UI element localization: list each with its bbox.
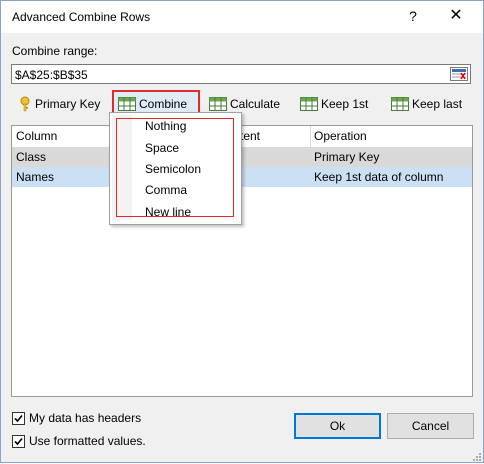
checkmark-icon <box>14 414 23 423</box>
checkmark-icon <box>14 437 23 446</box>
keep-first-button[interactable]: Keep 1st <box>300 93 368 115</box>
keep-last-label: Keep last <box>412 97 463 111</box>
calculate-label: Calculate <box>230 97 281 111</box>
grid-header: Column Operation tent <box>12 126 472 148</box>
headers-checkbox[interactable] <box>12 412 25 425</box>
row-operation-cell: Primary Key <box>314 150 380 164</box>
header-content-visible: tent <box>240 129 261 143</box>
table-row[interactable]: Class Primary Key <box>12 147 472 167</box>
cancel-button[interactable]: Cancel <box>387 413 474 439</box>
combine-label: Combine <box>139 97 188 111</box>
formatted-values-checkbox-label[interactable]: Use formatted values. <box>29 434 146 448</box>
ok-button[interactable]: Ok <box>294 413 381 439</box>
columns-grid[interactable]: Column Operation tent Class Primary Key … <box>11 125 473 397</box>
window-title: Advanced Combine Rows <box>12 10 151 24</box>
row-operation-cell: Keep 1st data of column <box>314 170 444 184</box>
menu-item-nothing[interactable]: Nothing <box>145 116 186 136</box>
primary-key-label: Primary Key <box>35 97 101 111</box>
combine-dropdown-menu: Nothing Space Semicolon Comma New line <box>109 112 242 225</box>
table-icon <box>209 97 227 111</box>
formatted-values-checkbox[interactable] <box>12 435 25 448</box>
dialog-window: Advanced Combine Rows ? ✕ Combine range:… <box>0 0 484 463</box>
combine-range-input[interactable]: $A$25:$B$35 <box>11 64 471 84</box>
table-icon <box>300 97 318 111</box>
row-column-cell: Class <box>16 150 47 164</box>
headers-checkbox-label[interactable]: My data has headers <box>29 411 141 425</box>
table-icon <box>118 97 136 111</box>
menu-item-comma[interactable]: Comma <box>145 180 187 200</box>
menu-item-semicolon[interactable]: Semicolon <box>145 159 201 179</box>
combine-range-label: Combine range: <box>12 44 98 58</box>
range-select-icon[interactable] <box>450 67 468 81</box>
combine-range-value: $A$25:$B$35 <box>15 68 88 82</box>
primary-key-button[interactable]: Primary Key <box>18 93 100 115</box>
key-icon <box>20 96 30 112</box>
help-button[interactable]: ? <box>403 6 423 26</box>
table-icon <box>391 97 409 111</box>
resize-grip-icon[interactable] <box>471 450 481 461</box>
header-operation[interactable]: Operation <box>310 126 472 147</box>
table-row[interactable]: Names Keep 1st data of column <box>12 167 472 187</box>
dialog-body: Combine range: $A$25:$B$35 Primary Key C… <box>1 33 483 462</box>
row-column-cell: Names <box>16 170 55 184</box>
menu-item-space[interactable]: Space <box>145 138 179 158</box>
keep-last-button[interactable]: Keep last <box>391 93 462 115</box>
keep-first-label: Keep 1st <box>321 97 369 111</box>
menu-item-new-line[interactable]: New line <box>145 202 191 222</box>
close-button[interactable]: ✕ <box>444 6 468 26</box>
title-bar: Advanced Combine Rows ? ✕ <box>1 1 483 33</box>
